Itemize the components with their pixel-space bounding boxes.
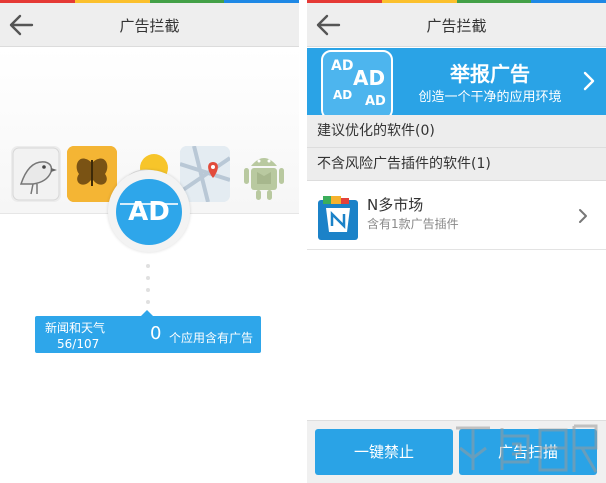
phone-ad-word: AD [331,58,354,74]
scan-line [120,203,178,205]
scan-category: 新闻和天气 [45,321,106,335]
title-bar: 广告拦截 [307,3,606,47]
phone-ad-word: AD [333,88,353,102]
phone-illustration-icon: AD AD AD AD [321,50,393,115]
ad-app-count-label: 个应用含有广告 [169,331,254,345]
section-header-suggested: 建议优化的软件(0) [307,115,606,148]
bird-app-icon [11,146,61,202]
section-header-safe: 不含风险广告插件的软件(1) [307,148,606,181]
phone-ad-word: AD [353,66,386,90]
block-all-button[interactable]: 一键禁止 [315,429,453,475]
list-item-app[interactable]: N多市场 含有1款广告插件 [307,182,606,250]
status-pointer [141,310,153,316]
app-ad-plugin-info: 含有1款广告插件 [367,217,459,231]
title-bar: 广告拦截 [0,3,299,47]
maps-app-icon [180,146,230,202]
page-title: 广告拦截 [119,17,180,35]
ad-app-count: 0 [150,323,162,344]
android-app-icon [239,146,289,202]
scan-status-box: 新闻和天气 56/107 0 个应用含有广告 [35,310,261,353]
phone-ad-word: AD [365,94,386,109]
market-app-icon [318,196,358,240]
page-title: 广告拦截 [426,17,487,35]
chevron-right-icon [579,209,587,223]
report-subtitle: 创造一个干净的应用环境 [418,90,562,105]
chevron-right-icon [583,71,595,91]
progress-dots [146,264,150,312]
ad-block-result-screen: 广告拦截 AD AD AD AD 举报广告 创造一个干净的应用环境 建议优化的软… [307,0,606,483]
watermark-logo [456,424,598,473]
report-title: 举报广告 [450,62,530,86]
ad-scan-badge: AD [116,179,182,245]
report-ad-banner[interactable]: AD AD AD AD 举报广告 创造一个干净的应用环境 [307,48,606,115]
ad-block-scan-screen: 广告拦截 AD 新闻和天气 56/107 0 个应用含有广告 [0,0,299,483]
app-name: N多市场 [367,196,424,214]
butterfly-app-icon [67,146,117,202]
scan-progress: 56/107 [57,337,100,351]
panel-divider [299,0,307,483]
